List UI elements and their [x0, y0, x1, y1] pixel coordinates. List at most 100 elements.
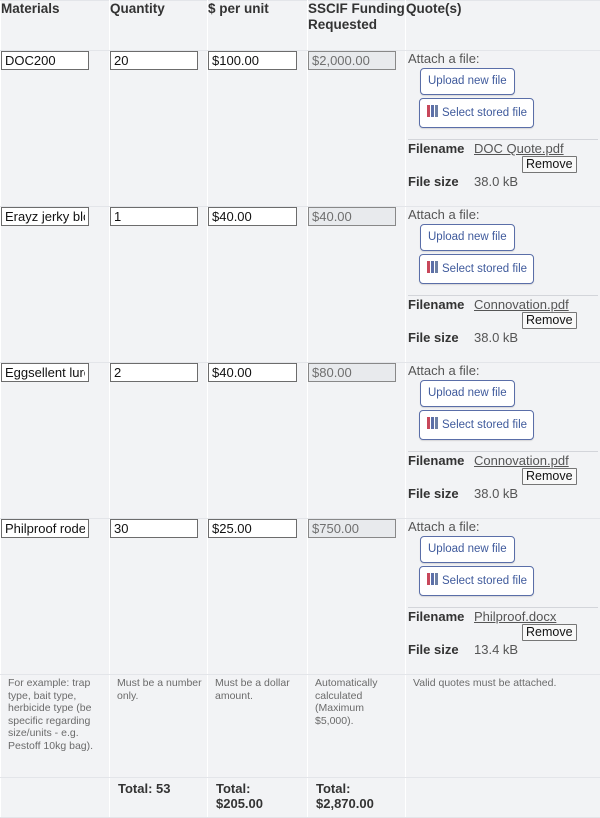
header-sscif-funding: SSCIF Funding Requested — [308, 1, 406, 51]
file-size-label: File size — [408, 174, 459, 189]
quote-cell: Attach a file: Upload new file Select st… — [406, 207, 600, 363]
per-unit-cell — [208, 207, 308, 363]
material-input[interactable] — [1, 519, 89, 538]
help-per-unit-text: Must be a dollar amount. — [208, 675, 307, 702]
remove-button[interactable]: Remove — [522, 468, 577, 485]
quantity-cell — [110, 207, 208, 363]
table-row: Attach a file: Upload new file Select st… — [1, 51, 600, 207]
select-stored-file-button[interactable]: Select stored file — [419, 254, 534, 284]
help-materials: For example: trap type, bait type, herbi… — [1, 675, 110, 778]
per-unit-input[interactable] — [208, 207, 297, 226]
filename-link[interactable]: Philproof.docx — [474, 609, 556, 624]
table-row: Attach a file: Upload new file Select st… — [1, 207, 600, 363]
file-size-value: 38.0 kB — [474, 486, 518, 501]
totals-empty-cell — [1, 778, 110, 818]
quantity-cell — [110, 51, 208, 207]
material-input[interactable] — [1, 207, 89, 226]
file-size-label: File size — [408, 330, 459, 345]
filename-label: Filename — [408, 453, 464, 468]
quantity-cell — [110, 519, 208, 675]
select-stored-file-button[interactable]: Select stored file — [419, 98, 534, 128]
upload-new-file-button[interactable]: Upload new file — [420, 536, 515, 563]
per-unit-input[interactable] — [208, 519, 297, 538]
help-per-unit: Must be a dollar amount. — [208, 675, 308, 778]
help-quantity: Must be a number only. — [110, 675, 208, 778]
upload-new-file-button[interactable]: Upload new file — [420, 68, 515, 95]
material-cell — [1, 207, 110, 363]
total-per-unit: Total: $205.00 — [208, 778, 307, 811]
file-info: Filename DOC Quote.pdf Remove File size … — [406, 140, 600, 194]
funding-field — [308, 207, 396, 226]
quantity-cell — [110, 363, 208, 519]
quantity-input[interactable] — [110, 519, 198, 538]
books-icon — [427, 105, 439, 117]
filename-link[interactable]: Connovation.pdf — [474, 453, 569, 468]
help-row: For example: trap type, bait type, herbi… — [1, 675, 600, 778]
header-row: Materials Quantity $ per unit SSCIF Fund… — [1, 1, 600, 51]
filename-label: Filename — [408, 609, 464, 624]
quote-cell: Attach a file: Upload new file Select st… — [406, 363, 600, 519]
materials-table: Materials Quantity $ per unit SSCIF Fund… — [0, 0, 600, 818]
file-size-label: File size — [408, 486, 459, 501]
per-unit-cell — [208, 363, 308, 519]
total-quantity: Total: 53 — [110, 778, 207, 796]
header-per-unit: $ per unit — [208, 1, 308, 51]
quantity-input[interactable] — [110, 207, 198, 226]
quote-cell: Attach a file: Upload new file Select st… — [406, 51, 600, 207]
per-unit-cell — [208, 519, 308, 675]
books-icon — [427, 573, 439, 585]
remove-button[interactable]: Remove — [522, 624, 577, 641]
upload-new-file-button[interactable]: Upload new file — [420, 380, 515, 407]
total-per-unit-cell: Total: $205.00 — [208, 778, 308, 818]
remove-button[interactable]: Remove — [522, 312, 577, 329]
file-info: Filename Philproof.docx Remove File size… — [406, 608, 600, 662]
header-quantity: Quantity — [110, 1, 208, 51]
select-stored-file-label: Select stored file — [442, 263, 527, 275]
select-stored-file-label: Select stored file — [442, 575, 527, 587]
attach-label: Attach a file: — [406, 51, 600, 66]
file-info: Filename Connovation.pdf Remove File siz… — [406, 296, 600, 350]
help-quotes: Valid quotes must be attached. — [406, 675, 600, 778]
select-stored-file-label: Select stored file — [442, 419, 527, 431]
funding-field — [308, 363, 396, 382]
filename-label: Filename — [408, 141, 464, 156]
quantity-input[interactable] — [110, 363, 198, 382]
funding-cell — [308, 519, 406, 675]
select-stored-file-button[interactable]: Select stored file — [419, 410, 534, 440]
books-icon — [427, 417, 439, 429]
help-materials-text: For example: trap type, bait type, herbi… — [1, 675, 109, 752]
attach-label: Attach a file: — [406, 207, 600, 222]
total-funding: Total: $2,870.00 — [308, 778, 405, 811]
table-row: Attach a file: Upload new file Select st… — [1, 363, 600, 519]
help-quotes-text: Valid quotes must be attached. — [406, 675, 600, 690]
attach-label: Attach a file: — [406, 519, 600, 534]
per-unit-cell — [208, 51, 308, 207]
funding-cell — [308, 363, 406, 519]
totals-quotes-cell — [406, 778, 600, 818]
per-unit-input[interactable] — [208, 51, 297, 70]
select-stored-file-button[interactable]: Select stored file — [419, 566, 534, 596]
header-materials: Materials — [1, 1, 110, 51]
material-input[interactable] — [1, 51, 89, 70]
total-quantity-cell: Total: 53 — [110, 778, 208, 818]
file-size-value: 38.0 kB — [474, 174, 518, 189]
funding-field — [308, 51, 396, 70]
quantity-input[interactable] — [110, 51, 198, 70]
total-funding-label: Total: — [316, 781, 401, 796]
filename-label: Filename — [408, 297, 464, 312]
file-size-value: 38.0 kB — [474, 330, 518, 345]
per-unit-input[interactable] — [208, 363, 297, 382]
funding-field — [308, 519, 396, 538]
help-quantity-text: Must be a number only. — [110, 675, 207, 702]
upload-new-file-button[interactable]: Upload new file — [420, 224, 515, 251]
remove-button[interactable]: Remove — [522, 156, 577, 173]
help-sscif: Automatically calculated (Maximum $5,000… — [308, 675, 406, 778]
totals-row: Total: 53 Total: $205.00 Total: $2,870.0… — [1, 778, 600, 818]
filename-link[interactable]: Connovation.pdf — [474, 297, 569, 312]
filename-link[interactable]: DOC Quote.pdf — [474, 141, 564, 156]
total-funding-value: $2,870.00 — [316, 796, 401, 811]
material-cell — [1, 363, 110, 519]
attach-label: Attach a file: — [406, 363, 600, 378]
material-input[interactable] — [1, 363, 89, 382]
file-size-value: 13.4 kB — [474, 642, 518, 657]
